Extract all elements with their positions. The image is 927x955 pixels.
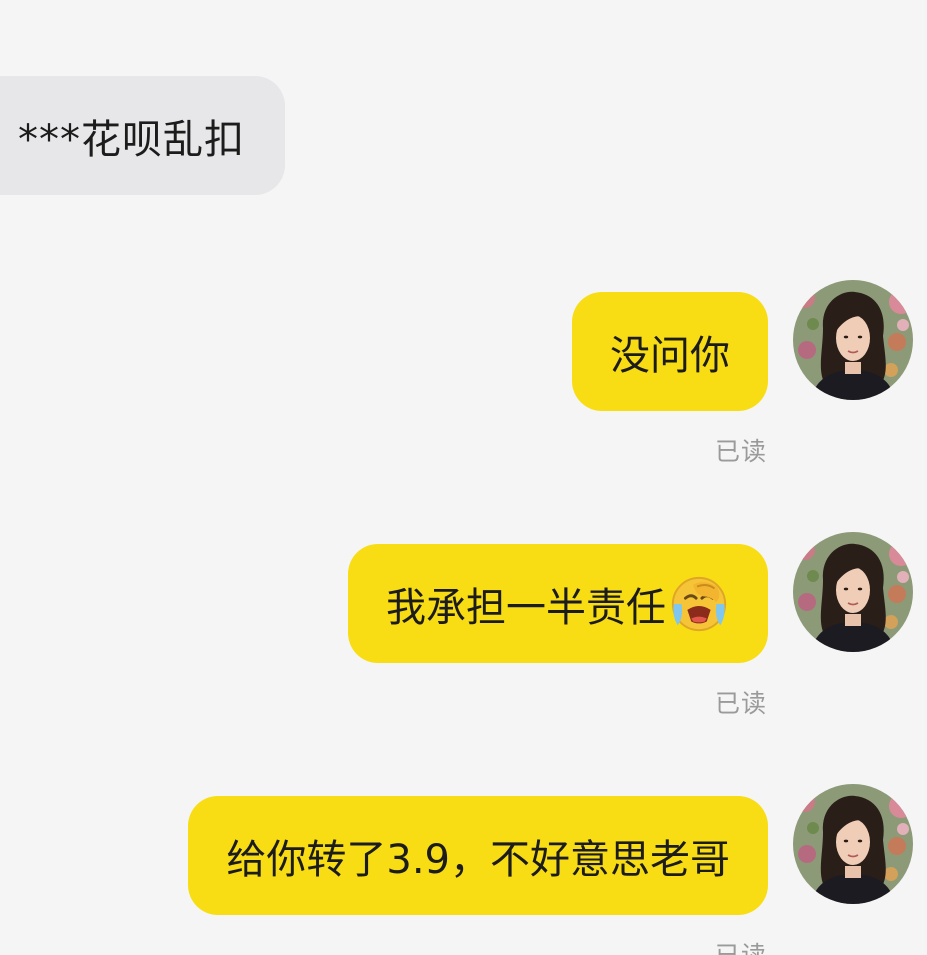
message-text: 没问你 — [610, 332, 730, 379]
read-status: 已读 — [714, 437, 767, 466]
avatar[interactable] — [793, 784, 913, 904]
outgoing-message-bubble[interactable]: 没问你 — [572, 292, 768, 411]
avatar-icon — [793, 784, 913, 904]
outgoing-message-bubble[interactable]: 我承担一半责任 — [348, 544, 768, 663]
read-status: 已读 — [714, 689, 767, 718]
avatar[interactable] — [793, 532, 913, 652]
message-text: 我承担一半责任 — [386, 584, 666, 631]
message-text: ***花呗乱扣 — [18, 116, 245, 163]
incoming-message-bubble[interactable]: ***花呗乱扣 — [0, 76, 285, 195]
avatar-icon — [793, 280, 913, 400]
avatar[interactable] — [793, 280, 913, 400]
chat-conversation: ***花呗乱扣 没问你 已读 我承担一半责任 已读 给你转了3.9，不好意思老哥… — [0, 0, 927, 955]
avatar-icon — [793, 532, 913, 652]
outgoing-message-bubble[interactable]: 给你转了3.9，不好意思老哥 — [188, 796, 768, 915]
read-status: 已读 — [715, 936, 767, 955]
message-text: 给你转了3.9，不好意思老哥 — [226, 836, 730, 883]
loudly-crying-face-icon — [671, 576, 727, 631]
